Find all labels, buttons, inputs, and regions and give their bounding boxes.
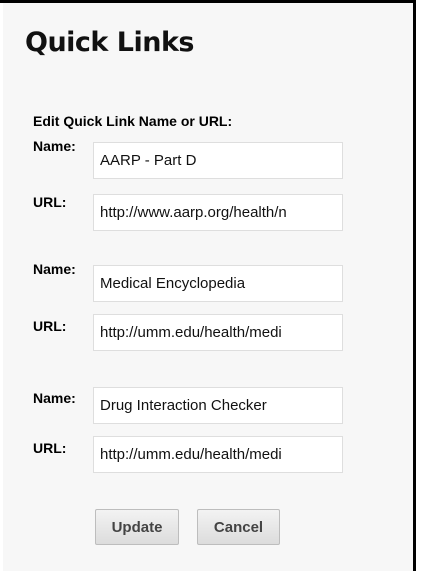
link-name-input-3[interactable] — [93, 387, 343, 424]
name-label-1: Name: — [33, 138, 76, 154]
quick-links-panel: Quick Links Edit Quick Link Name or URL:… — [0, 0, 416, 574]
link-name-input-1[interactable] — [93, 142, 343, 179]
update-button[interactable]: Update — [95, 509, 179, 545]
link-url-input-2[interactable] — [93, 314, 343, 351]
form-instructions: Edit Quick Link Name or URL: — [33, 113, 233, 129]
name-label-3: Name: — [33, 390, 76, 406]
link-name-input-2[interactable] — [93, 265, 343, 302]
cancel-button[interactable]: Cancel — [197, 509, 280, 545]
name-label-2: Name: — [33, 261, 76, 277]
link-url-input-3[interactable] — [93, 436, 343, 473]
page-title: Quick Links — [25, 27, 195, 58]
url-label-2: URL: — [33, 318, 67, 334]
url-label-1: URL: — [33, 194, 67, 210]
url-label-3: URL: — [33, 440, 67, 456]
panel-left-edge — [0, 3, 3, 574]
link-url-input-1[interactable] — [93, 194, 343, 231]
